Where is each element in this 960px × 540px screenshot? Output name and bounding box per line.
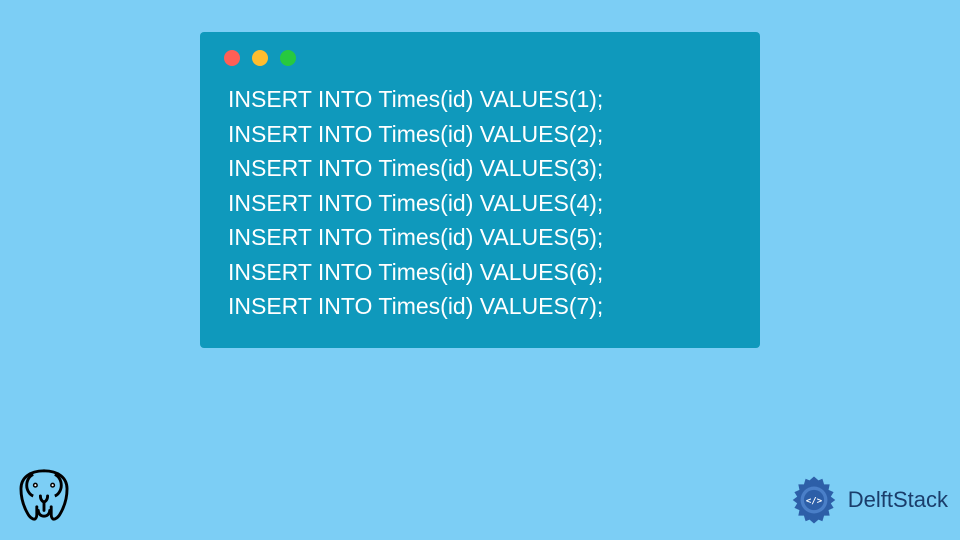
code-line: INSERT INTO Times(id) VALUES(7); [228,289,736,324]
delftstack-badge-icon: </> [786,472,842,528]
code-line: INSERT INTO Times(id) VALUES(5); [228,220,736,255]
code-content: INSERT INTO Times(id) VALUES(1); INSERT … [224,82,736,324]
postgresql-logo-icon [8,460,80,532]
close-icon [224,50,240,66]
code-line: INSERT INTO Times(id) VALUES(3); [228,151,736,186]
maximize-icon [280,50,296,66]
code-line: INSERT INTO Times(id) VALUES(4); [228,186,736,221]
window-controls [224,50,736,66]
code-line: INSERT INTO Times(id) VALUES(6); [228,255,736,290]
minimize-icon [252,50,268,66]
svg-text:</>: </> [806,496,822,506]
code-line: INSERT INTO Times(id) VALUES(2); [228,117,736,152]
delftstack-logo: </> DelftStack [786,472,948,528]
delftstack-label: DelftStack [848,487,948,513]
code-line: INSERT INTO Times(id) VALUES(1); [228,82,736,117]
code-window: INSERT INTO Times(id) VALUES(1); INSERT … [200,32,760,348]
